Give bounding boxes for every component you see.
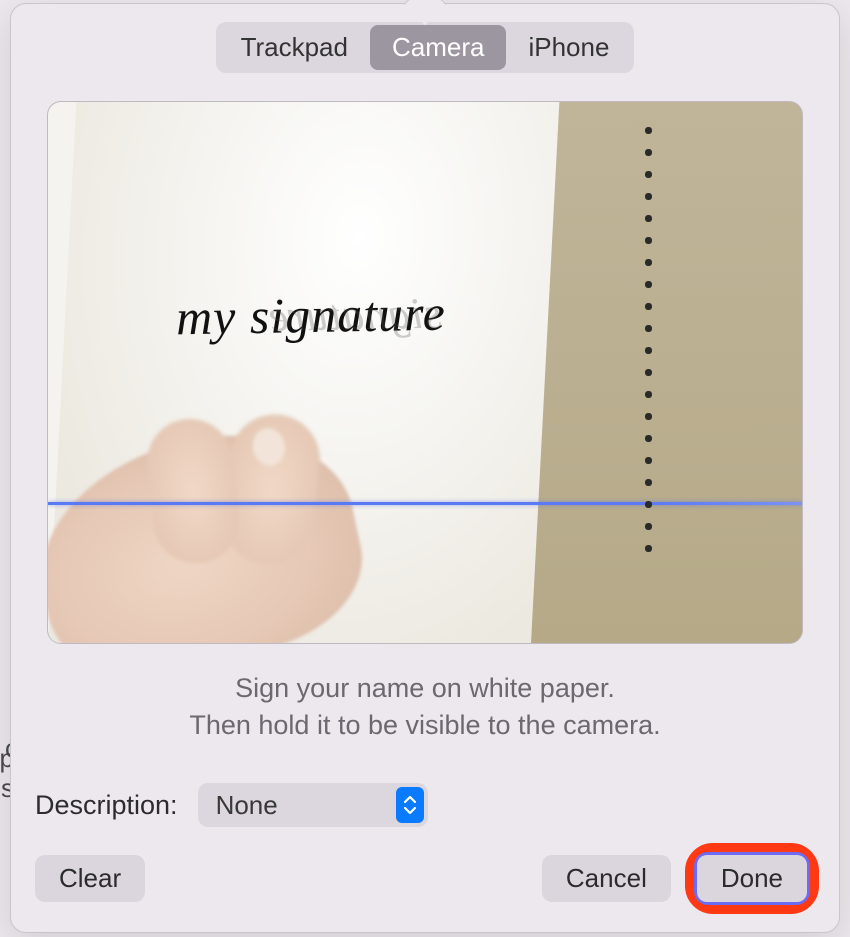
instruction-line-2: Then hold it to be visible to the camera… xyxy=(27,707,823,743)
done-button-highlight: Done xyxy=(689,847,815,910)
description-select-value: None xyxy=(216,790,278,821)
chevron-up-down-icon xyxy=(396,787,424,823)
tab-trackpad[interactable]: Trackpad xyxy=(219,25,370,70)
description-row: Description: None xyxy=(27,783,823,827)
done-button[interactable]: Done xyxy=(697,855,807,902)
signature-popover: Trackpad Camera iPhone my signature sign… xyxy=(10,3,840,933)
cancel-button[interactable]: Cancel xyxy=(542,855,671,902)
signature-baseline-guide xyxy=(48,502,802,505)
clear-button[interactable]: Clear xyxy=(35,855,145,902)
description-select[interactable]: None xyxy=(198,783,428,827)
tab-camera[interactable]: Camera xyxy=(370,25,506,70)
capture-mode-tabs: Trackpad Camera iPhone xyxy=(216,22,635,73)
description-label: Description: xyxy=(35,790,178,821)
preview-table-surface xyxy=(531,102,802,643)
preview-signature-text: my signature signature xyxy=(176,284,447,347)
instruction-text: Sign your name on white paper. Then hold… xyxy=(27,670,823,743)
tab-iphone[interactable]: iPhone xyxy=(506,25,631,70)
instruction-line-1: Sign your name on white paper. xyxy=(27,670,823,706)
camera-preview: my signature signature xyxy=(47,101,803,644)
preview-perforation-marks xyxy=(644,112,654,633)
button-row: Clear Cancel Done xyxy=(27,847,823,910)
